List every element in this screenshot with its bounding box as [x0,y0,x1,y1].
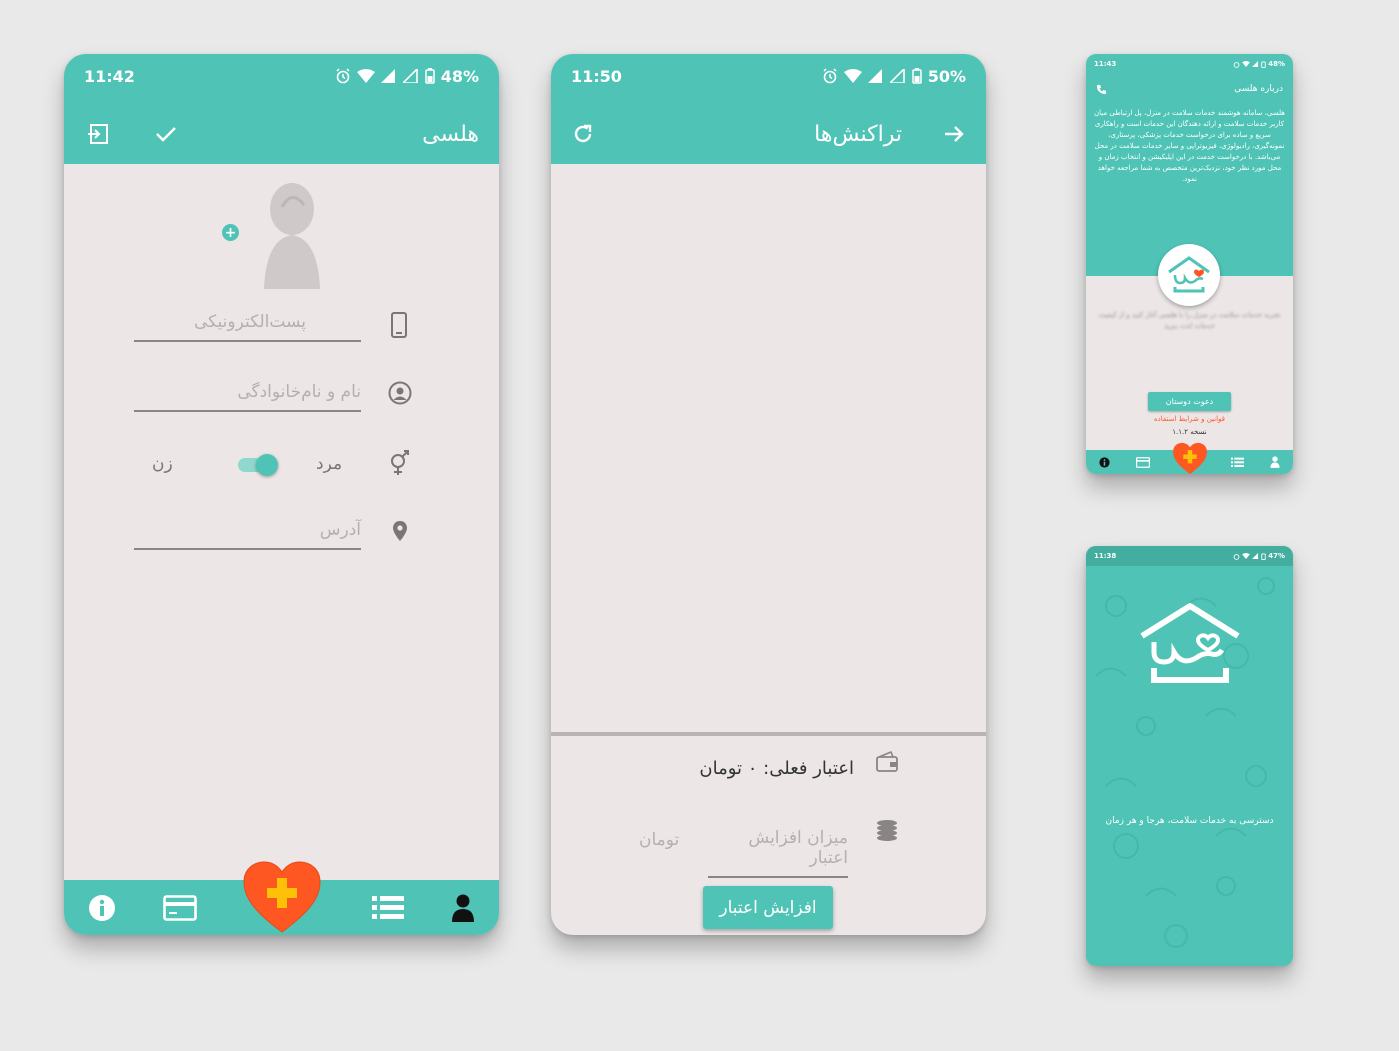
terms-link[interactable]: قوانین و شرایط استفاده [1086,415,1293,423]
name-placeholder: نام و نام‌خانوادگی [237,382,361,402]
heart-plus-icon[interactable] [1172,442,1208,474]
status-time: 11:42 [84,66,135,86]
address-placeholder: آدرس [319,520,361,540]
invite-friends-button[interactable]: دعوت دوستان [1148,392,1231,411]
status-time: 11:38 [1094,552,1117,560]
address-field[interactable]: آدرس [134,520,361,550]
divider [551,732,986,736]
status-bar: 11:43 48% [1086,54,1293,74]
info-icon[interactable] [1099,456,1110,468]
email-field[interactable]: پست‌الکترونیکی [134,312,361,342]
credit-amount-input[interactable]: میزان افزایش اعتبار [708,828,848,878]
location-pin-icon [392,520,408,542]
battery-percent: 48% [1268,60,1285,68]
transactions-screen: 11:50 50% تراکنش‌ها [551,54,986,935]
signal-icon [867,69,884,83]
alarm-icon [335,68,351,84]
signal-icon [889,69,906,83]
current-credit: اعتبار فعلی: ۰ تومان [699,758,854,779]
alarm-icon [822,68,838,84]
battery-percent: 47% [1268,552,1285,560]
gender-icon [388,450,412,476]
invite-friends-label: دعوت دوستان [1165,397,1214,406]
credit-card-icon[interactable] [163,894,197,921]
credit-card-icon[interactable] [1135,456,1150,468]
gender-male-label: مرد [316,454,343,474]
gender-female-label: زن [152,454,173,474]
wifi-icon [1242,553,1251,559]
signal-icon [1252,553,1259,559]
email-placeholder: پست‌الکترونیکی [193,312,306,332]
wifi-icon [356,69,375,83]
gender-toggle[interactable] [236,454,278,476]
signal-icon [380,69,397,83]
check-icon[interactable] [152,120,180,148]
blurred-description: تجربه خدمات سلامت در منزل را با هلسی آغا… [1098,311,1281,330]
phone-call-icon[interactable] [1096,84,1107,95]
app-logo [1158,244,1220,306]
battery-icon [1261,60,1266,68]
alarm-icon [1233,553,1240,560]
profile-icon[interactable] [1270,456,1280,468]
transaction-list [551,164,986,732]
list-icon[interactable] [371,895,404,921]
battery-percent: 48% [440,66,479,86]
add-photo-icon[interactable]: + [222,224,239,241]
status-bar: 11:42 48% [64,54,499,98]
profile-icon[interactable] [451,894,475,922]
wifi-icon [1242,61,1251,67]
about-screen: 11:43 48% درباره هلسی هلسی، سامانه هوشمن… [1086,54,1293,474]
phone-icon [390,312,408,338]
amount-placeholder: میزان افزایش اعتبار [748,828,848,868]
heart-plus-icon[interactable] [242,860,322,934]
name-field[interactable]: نام و نام‌خانوادگی [134,382,361,412]
alarm-icon [1233,61,1240,68]
arrow-forward-icon[interactable] [942,122,966,146]
status-bar: 11:50 50% [551,54,986,98]
toolbar-title: هلسی [422,121,479,147]
about-description: هلسی، سامانه هوشمند خدمات سلامت در منزل،… [1094,109,1285,183]
increase-credit-label: افزایش اعتبار [719,897,817,918]
status-bar: 11:38 47% [1086,546,1293,566]
info-icon[interactable] [88,894,116,922]
battery-icon [424,68,435,84]
toolbar: هلسی [64,104,499,164]
coins-icon [875,818,899,842]
about-title: درباره هلسی [1234,84,1283,94]
avatar[interactable] [244,179,324,289]
splash-screen: 11:38 47% دسترسی به خدمات سلامت، هرجا و … [1086,546,1293,966]
account-circle-icon [388,381,412,405]
status-time: 11:43 [1094,60,1117,68]
toolbar: تراکنش‌ها [551,104,986,164]
signal-icon [402,69,419,83]
status-icons: 48% [1233,60,1285,68]
battery-icon [1261,552,1266,560]
status-icons: 48% [335,67,479,86]
battery-percent: 50% [927,66,966,86]
splash-tagline: دسترسی به خدمات سلامت، هرجا و هر زمان [1105,816,1274,826]
status-icons: 47% [1233,552,1285,560]
logout-icon[interactable] [84,120,112,148]
toolbar-title: تراکنش‌ها [814,121,902,147]
battery-icon [911,68,922,84]
wifi-icon [843,69,862,83]
version-label: نسخه ۱.۱.۲ [1172,428,1207,436]
status-icons: 50% [822,67,966,86]
increase-credit-button[interactable]: افزایش اعتبار [703,886,833,929]
splash-logo [1138,602,1242,690]
profile-screen: 11:42 48% هلسی [64,54,499,935]
wallet-icon [875,750,899,774]
list-icon[interactable] [1231,457,1245,468]
signal-icon [1252,61,1259,67]
currency-label: تومان [639,830,680,850]
refresh-icon[interactable] [571,122,595,146]
status-time: 11:50 [571,66,622,86]
